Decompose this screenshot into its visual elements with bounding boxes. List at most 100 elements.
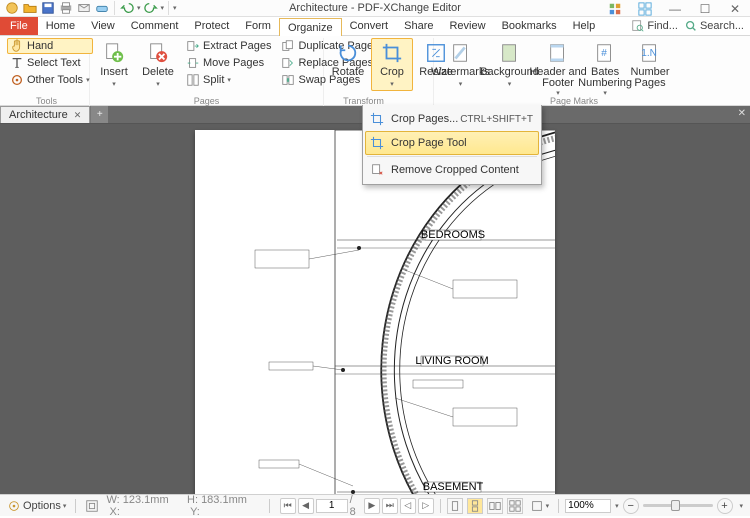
other-tools-label: Other Tools xyxy=(27,74,83,86)
new-tab-button[interactable]: + xyxy=(90,106,108,123)
group-transform: Rotate Crop▾ Resize Transform xyxy=(324,38,434,106)
zoom-input[interactable] xyxy=(565,499,611,513)
frame-icon[interactable] xyxy=(82,499,102,513)
search-button[interactable]: Search... xyxy=(684,19,744,33)
rotate-button[interactable]: Rotate xyxy=(327,38,369,78)
maximize-button[interactable]: ☐ xyxy=(690,0,720,17)
menu-convert[interactable]: Convert xyxy=(342,17,397,35)
watermarks-icon xyxy=(448,40,474,66)
bates-icon: # xyxy=(592,40,618,66)
minimize-button[interactable]: — xyxy=(660,0,690,17)
menu-share[interactable]: Share xyxy=(396,17,441,35)
tab-close-icon[interactable]: ✕ xyxy=(74,110,82,121)
menu-protect[interactable]: Protect xyxy=(186,17,237,35)
delete-icon xyxy=(145,40,171,66)
extract-pages[interactable]: Extract Pages xyxy=(183,38,274,54)
menu-view[interactable]: View xyxy=(83,17,123,35)
hand-tool[interactable]: Hand xyxy=(7,38,93,54)
fit-dropdown[interactable]: ▾ xyxy=(527,499,553,513)
crop-icon xyxy=(379,40,405,66)
move-pages[interactable]: Move Pages xyxy=(183,55,274,71)
dim-readout2: H: 183.1mm Y: xyxy=(187,494,263,518)
save-icon[interactable] xyxy=(40,0,56,16)
quick-access-toolbar: ▾ ▾ ▾ xyxy=(0,0,177,16)
number-pages-icon: 1.N xyxy=(637,40,663,66)
background-icon xyxy=(497,40,523,66)
menu-form[interactable]: Form xyxy=(237,17,279,35)
number-pages-button[interactable]: 1.N Number Pages xyxy=(629,38,671,89)
menu-review[interactable]: Review xyxy=(441,17,493,35)
header-footer-button[interactable]: Header and Footer▾ xyxy=(535,38,581,97)
delete-button[interactable]: Delete▾ xyxy=(137,38,179,90)
first-page-button[interactable]: ⏮ xyxy=(280,498,296,514)
svg-text:LIVING ROOM: LIVING ROOM xyxy=(415,355,488,367)
scan-icon[interactable] xyxy=(94,0,110,16)
crop-pages-shortcut: CTRL+SHIFT+T xyxy=(460,114,533,125)
undo-dropdown[interactable]: ▾ xyxy=(137,4,141,12)
insert-button[interactable]: Insert▾ xyxy=(93,38,135,90)
crop-pages-item[interactable]: Crop Pages... CTRL+SHIFT+T xyxy=(365,107,539,131)
prev-page-button[interactable]: ◀ xyxy=(298,498,314,514)
remove-cropped-item[interactable]: Remove Cropped Content xyxy=(365,158,539,182)
next-view-button[interactable]: ▷ xyxy=(418,498,434,514)
menu-help[interactable]: Help xyxy=(565,17,604,35)
app-icon xyxy=(4,0,20,16)
qat-customize-dropdown[interactable]: ▾ xyxy=(173,4,177,12)
select-text-tool[interactable]: Select Text xyxy=(7,55,93,71)
crop-button[interactable]: Crop▾ xyxy=(371,38,413,91)
background-button[interactable]: Background▾ xyxy=(486,38,533,90)
bates-button[interactable]: # Bates Numbering▾ xyxy=(583,38,627,97)
group-pages: Insert▾ Delete▾ Extract Pages Move Pages… xyxy=(90,38,324,106)
menu-bookmarks[interactable]: Bookmarks xyxy=(494,17,565,35)
crop-page-tool-item[interactable]: Crop Page Tool xyxy=(365,131,539,155)
zoom-in-button[interactable]: + xyxy=(717,498,733,514)
crop-pages-icon xyxy=(369,111,385,127)
document-tab-label: Architecture xyxy=(9,109,68,121)
next-page-button[interactable]: ▶ xyxy=(364,498,380,514)
menu-organize[interactable]: Organize xyxy=(279,18,342,36)
search-label: Search... xyxy=(700,20,744,32)
document-tab[interactable]: Architecture ✕ xyxy=(0,106,90,123)
ui-options-icon[interactable] xyxy=(600,0,630,17)
email-icon[interactable] xyxy=(76,0,92,16)
last-page-button[interactable]: ⏭ xyxy=(382,498,398,514)
split-button[interactable]: Split ▾ xyxy=(183,72,274,88)
redo-dropdown[interactable]: ▾ xyxy=(161,4,165,12)
menu-home[interactable]: Home xyxy=(38,17,83,35)
layout-single-button[interactable] xyxy=(447,498,463,514)
other-tools[interactable]: Other Tools ▾ xyxy=(7,72,93,88)
close-button[interactable]: ✕ xyxy=(720,0,750,17)
file-tab[interactable]: File xyxy=(0,17,38,35)
hand-label: Hand xyxy=(27,40,53,52)
options-button[interactable]: Options ▾ xyxy=(4,499,69,513)
zoom-extra-dropdown[interactable]: ▾ xyxy=(737,502,747,510)
group-tools: Hand Select Text Other Tools ▾ Tools xyxy=(4,38,90,106)
layout-facing-button[interactable] xyxy=(487,498,503,514)
undo-icon[interactable] xyxy=(119,0,135,16)
page-total: / 8 xyxy=(350,494,362,518)
layout-facing-cont-button[interactable] xyxy=(507,498,523,514)
crop-page-tool-label: Crop Page Tool xyxy=(391,137,467,149)
launch-options-icon[interactable] xyxy=(630,0,660,17)
svg-text:BASEMENT: BASEMENT xyxy=(423,481,484,493)
crop-pages-label: Crop Pages... xyxy=(391,113,458,125)
find-label: Find... xyxy=(647,20,678,32)
page-nav: ⏮ ◀ / 8 ▶ ⏭ ◁ ▷ xyxy=(280,494,434,518)
print-icon[interactable] xyxy=(58,0,74,16)
open-icon[interactable] xyxy=(22,0,38,16)
zoom-slider[interactable] xyxy=(643,504,713,507)
prev-view-button[interactable]: ◁ xyxy=(400,498,416,514)
redo-icon[interactable] xyxy=(143,0,159,16)
menu-comment[interactable]: Comment xyxy=(123,17,187,35)
zoom-dropdown[interactable]: ▾ xyxy=(615,502,619,510)
zoom-out-button[interactable]: − xyxy=(623,498,639,514)
remove-cropped-icon xyxy=(369,162,385,178)
find-button[interactable]: Find... xyxy=(631,19,678,33)
svg-text:1.N: 1.N xyxy=(641,48,657,59)
close-all-tabs-icon[interactable]: ✕ xyxy=(738,108,746,119)
layout-continuous-button[interactable] xyxy=(467,498,483,514)
menu-bar: File Home View Comment Protect Form Orga… xyxy=(0,17,750,36)
group-tools-label: Tools xyxy=(4,96,89,106)
watermarks-button[interactable]: Watermarks▾ xyxy=(437,38,484,90)
page-input[interactable] xyxy=(316,499,348,513)
